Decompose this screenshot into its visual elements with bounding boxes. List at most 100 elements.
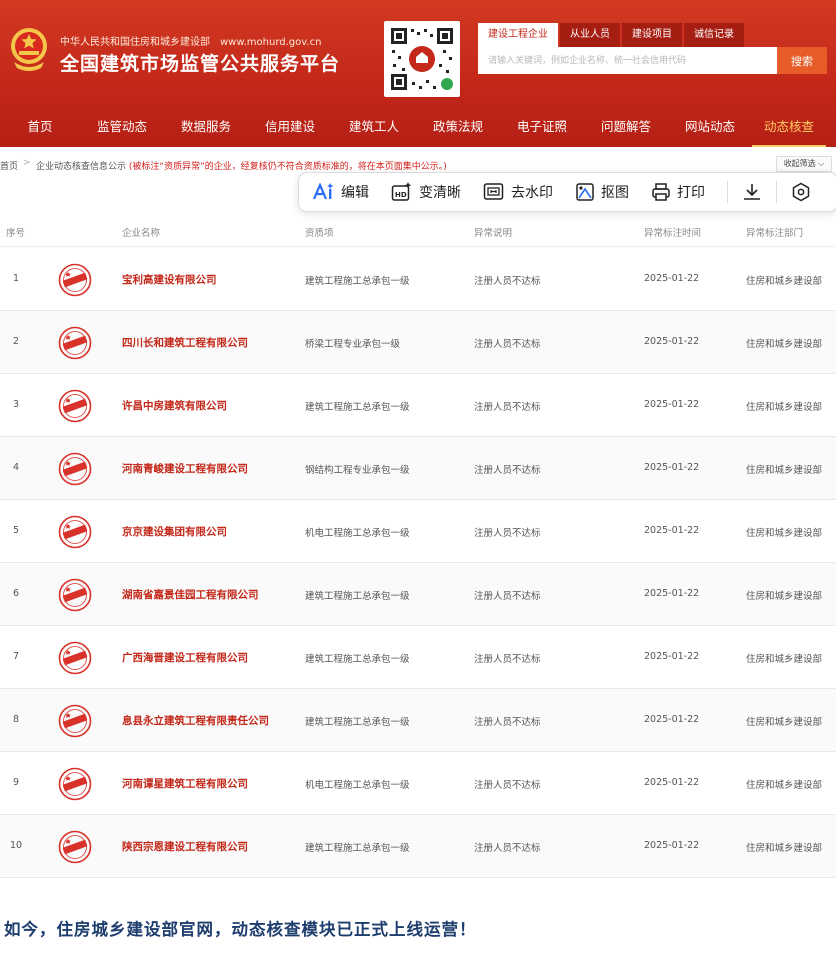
abnormal-stamp-icon <box>58 389 92 423</box>
breadcrumb-separator: > <box>23 158 31 168</box>
row-number: 7 <box>13 651 20 662</box>
company-name-link[interactable]: 陕西宗恩建设工程有限公司 <box>122 839 248 854</box>
abnormal-department: 住房和城乡建设部 <box>746 717 823 728</box>
abnormal-stamp-icon <box>58 767 92 801</box>
main-nav: 首页 监管动态 数据服务 信用建设 建筑工人 政策法规 电子证照 问题解答 网站… <box>0 106 836 147</box>
ministry-name-text: 中华人民共和国住房和城乡建设部 <box>60 37 210 48</box>
table-row: 2 四川长和建筑工程有限公司 桥梁工程专业承包一级 注册人员不达标 2025-01-22… <box>0 311 836 374</box>
col-description: 异常说明 <box>474 228 513 239</box>
qualification-item: 建筑工程施工总承包一级 <box>305 276 410 287</box>
qualification-item: 建筑工程施工总承包一级 <box>305 717 410 728</box>
watermark-remove-icon <box>483 183 504 200</box>
abnormal-date: 2025-01-22 <box>644 273 700 284</box>
qualification-item: 建筑工程施工总承包一级 <box>305 654 410 665</box>
qualification-item: 钢结构工程专业承包一级 <box>305 465 410 476</box>
enhance-tool[interactable]: HD 变清晰 <box>391 182 461 202</box>
cutout-label: 抠图 <box>601 185 629 201</box>
company-name-link[interactable]: 河南青峻建设工程有限公司 <box>122 461 248 476</box>
print-label: 打印 <box>677 185 705 201</box>
nav-policies-regulations[interactable]: 政策法规 <box>416 106 500 147</box>
col-no: 序号 <box>6 228 26 239</box>
search-button[interactable]: 搜索 <box>777 47 827 74</box>
table-row: 1 宝利高建设有限公司 建筑工程施工总承包一级 注册人员不达标 2025-01-22 住房… <box>0 248 836 311</box>
nav-dynamic-verification[interactable]: 动态核查 <box>752 106 826 147</box>
search-input[interactable] <box>478 47 777 74</box>
company-name-link[interactable]: 息县永立建筑工程有限责任公司 <box>122 713 269 728</box>
enhance-label: 变清晰 <box>419 185 461 201</box>
company-name-link[interactable]: 湖南省嘉景佳园工程有限公司 <box>122 587 259 602</box>
qualification-item: 机电工程施工总承包一级 <box>305 780 410 791</box>
abnormal-department: 住房和城乡建设部 <box>746 339 823 350</box>
tab-enterprise[interactable]: 建设工程企业 <box>478 23 558 47</box>
company-name-link[interactable]: 河南谭星建筑工程有限公司 <box>122 776 248 791</box>
abnormal-stamp-icon <box>58 326 92 360</box>
qualification-item: 桥梁工程专业承包一级 <box>305 339 401 350</box>
nav-site-news[interactable]: 网站动态 <box>668 106 752 147</box>
table-row: 10 陕西宗恩建设工程有限公司 建筑工程施工总承包一级 注册人员不达标 2025-01-… <box>0 815 836 878</box>
abnormal-stamp-icon <box>58 578 92 612</box>
col-qualification: 资质项 <box>305 228 334 239</box>
company-name-link[interactable]: 京京建设集团有限公司 <box>122 524 227 539</box>
row-number: 5 <box>13 525 20 536</box>
nav-faq[interactable]: 问题解答 <box>584 106 668 147</box>
abnormal-department: 住房和城乡建设部 <box>746 528 823 539</box>
collapse-filter-button[interactable]: 收起筛选 ⌵ <box>776 156 832 172</box>
search-tabs: 建设工程企业 从业人员 建设项目 诚信记录 <box>478 23 746 47</box>
edit-label: 编辑 <box>341 185 369 201</box>
company-name-link[interactable]: 四川长和建筑工程有限公司 <box>122 335 248 350</box>
row-number: 3 <box>13 399 20 410</box>
qualification-item: 建筑工程施工总承包一级 <box>305 843 410 854</box>
nav-data-services[interactable]: 数据服务 <box>164 106 248 147</box>
abnormal-description: 注册人员不达标 <box>474 717 541 728</box>
download-icon <box>744 184 760 200</box>
printer-icon <box>652 183 670 201</box>
abnormal-date: 2025-01-22 <box>644 462 700 473</box>
breadcrumb-home[interactable]: 首页 <box>0 159 18 172</box>
national-emblem-icon <box>11 28 47 71</box>
company-name-link[interactable]: 许昌中房建筑有限公司 <box>122 398 227 413</box>
abnormal-date: 2025-01-22 <box>644 777 700 788</box>
settings-hex-icon <box>792 182 810 202</box>
abnormal-description: 注册人员不达标 <box>474 465 541 476</box>
abnormal-date: 2025-01-22 <box>644 399 700 410</box>
qr-code-icon <box>391 28 453 90</box>
settings-button[interactable] <box>791 182 811 202</box>
nav-construction-workers[interactable]: 建筑工人 <box>332 106 416 147</box>
print-tool[interactable]: 打印 <box>651 182 705 202</box>
table-row: 7 广西海晋建设工程有限公司 建筑工程施工总承包一级 注册人员不达标 2025-01-2… <box>0 626 836 689</box>
ministry-name: 中华人民共和国住房和城乡建设部 www.mohurd.gov.cn <box>60 33 321 48</box>
tab-personnel[interactable]: 从业人员 <box>560 23 620 47</box>
abnormal-department: 住房和城乡建设部 <box>746 465 823 476</box>
company-name-link[interactable]: 宝利高建设有限公司 <box>122 272 217 287</box>
table-row: 6 湖南省嘉景佳园工程有限公司 建筑工程施工总承包一级 注册人员不达标 2025-01-… <box>0 563 836 626</box>
row-number: 9 <box>13 777 20 788</box>
abnormal-date: 2025-01-22 <box>644 588 700 599</box>
tab-projects[interactable]: 建设项目 <box>622 23 682 47</box>
abnormal-description: 注册人员不达标 <box>474 276 541 287</box>
site-url[interactable]: www.mohurd.gov.cn <box>220 37 321 48</box>
abnormal-date: 2025-01-22 <box>644 336 700 347</box>
abnormal-stamp-icon <box>58 515 92 549</box>
qualification-item: 建筑工程施工总承包一级 <box>305 402 410 413</box>
download-button[interactable] <box>742 182 762 202</box>
nav-home[interactable]: 首页 <box>0 106 80 147</box>
nav-e-certificates[interactable]: 电子证照 <box>500 106 584 147</box>
footer-announcement: 如今，住房城乡建设部官网，动态核查模块已正式上线运营！ <box>4 920 477 939</box>
remove-watermark-label: 去水印 <box>511 185 553 201</box>
nav-credit-building[interactable]: 信用建设 <box>248 106 332 147</box>
abnormal-description: 注册人员不达标 <box>474 654 541 665</box>
table-row: 8 息县永立建筑工程有限责任公司 建筑工程施工总承包一级 注册人员不达标 2025-01… <box>0 689 836 752</box>
edit-tool[interactable]: 编辑 <box>313 182 369 202</box>
remove-watermark-tool[interactable]: 去水印 <box>483 182 553 202</box>
cutout-tool[interactable]: 抠图 <box>575 182 629 202</box>
abnormal-description: 注册人员不达标 <box>474 843 541 854</box>
abnormal-description: 注册人员不达标 <box>474 528 541 539</box>
breadcrumb-current: 企业动态核查信息公示 (被标注“资质异常”的企业，经复核仍不符合资质标准的，将在… <box>36 159 447 172</box>
row-number: 2 <box>13 336 20 347</box>
abnormal-date: 2025-01-22 <box>644 651 700 662</box>
platform-title: 全国建筑市场监管公共服务平台 <box>60 53 341 75</box>
nav-supervision-news[interactable]: 监管动态 <box>80 106 164 147</box>
tab-credit-records[interactable]: 诚信记录 <box>684 23 744 47</box>
toolbar-divider-2 <box>776 181 777 203</box>
company-name-link[interactable]: 广西海晋建设工程有限公司 <box>122 650 248 665</box>
